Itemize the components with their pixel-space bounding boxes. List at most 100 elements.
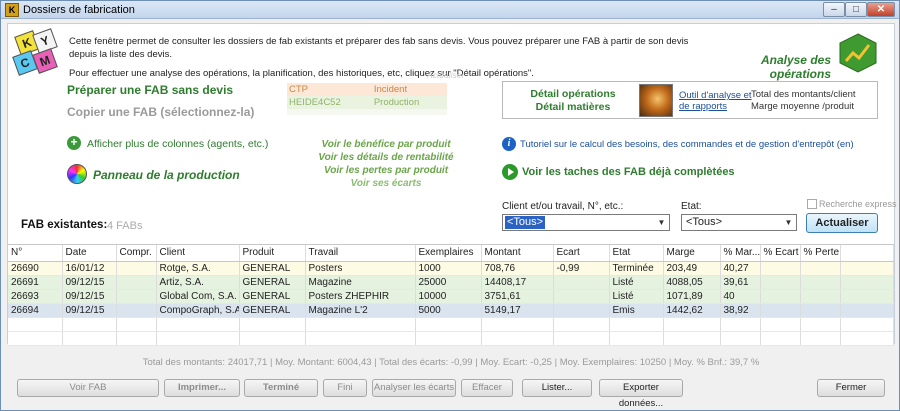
client-filter-label: Client et/ou travail, N°, etc.: — [502, 201, 624, 212]
analysis-chart-icon[interactable] — [839, 33, 877, 73]
table-cell: 26694 — [8, 303, 63, 318]
export-data-button[interactable]: Exporter données... — [599, 379, 683, 409]
table-cell: GENERAL — [239, 275, 306, 290]
benefits-links: Voir le bénéfice par produit Voir les dé… — [291, 138, 481, 190]
view-fab-button[interactable]: Voir FAB — [17, 379, 159, 397]
table-cell: 3751,61 — [481, 289, 554, 304]
actualiser-button[interactable]: Actualiser — [806, 213, 878, 233]
minimize-icon[interactable]: – — [823, 2, 845, 17]
intro-text: Cette fenêtre permet de consulter les do… — [69, 35, 689, 86]
column-header[interactable]: % Mar... — [720, 245, 761, 262]
benefit-by-product-link[interactable]: Voir le bénéfice par produit — [291, 138, 481, 151]
table-cell — [800, 275, 841, 290]
detail-ops-block[interactable]: Détail opérations Détail matières — [513, 88, 633, 114]
table-cell — [553, 303, 610, 318]
completed-tasks-link[interactable]: Voir les taches des FAB déjà complètées — [522, 166, 735, 178]
fab-table[interactable]: N° Date Compr. Client Produit Travail Exemplai… — [8, 244, 894, 346]
close-icon[interactable]: ✕ — [867, 2, 895, 17]
analyse-variances-button[interactable]: Analyser les écarts — [372, 379, 456, 397]
table-cell — [116, 303, 157, 318]
table-cell — [800, 289, 841, 304]
list-button[interactable]: Lister... — [522, 379, 592, 397]
table-cell: 26693 — [8, 289, 63, 304]
table-cell: Magazine — [305, 275, 416, 290]
tutorial-link[interactable]: Tutoriel sur le calcul des besoins, des … — [520, 139, 854, 150]
column-header[interactable]: % Ecart — [760, 245, 801, 262]
close-button[interactable]: Fermer — [817, 379, 885, 397]
production-panel-icon[interactable] — [67, 164, 87, 184]
column-header[interactable]: Etat — [609, 245, 664, 262]
column-header[interactable]: Date — [62, 245, 117, 262]
detail-operations-link[interactable]: Détail opérations — [513, 88, 633, 101]
table-cell — [116, 275, 157, 290]
tools-thumbnail-icon[interactable] — [639, 84, 673, 117]
info-icon[interactable]: i — [502, 137, 516, 151]
table-cell — [800, 261, 841, 276]
chevron-down-icon[interactable]: ▼ — [655, 216, 668, 229]
bottom-panel — [7, 343, 895, 409]
express-search-checkbox[interactable]: Recherche express — [807, 199, 897, 209]
table-row[interactable]: 26691 09/12/15 Artiz, S.A. GENERAL Magazine 2… — [8, 275, 894, 290]
table-cell: GENERAL — [239, 261, 306, 276]
table-cell: 5149,17 — [481, 303, 554, 318]
table-row: CTP Incident — [287, 83, 447, 96]
table-cell: -0,99 — [553, 261, 610, 276]
table-cell: 5000 — [415, 303, 482, 318]
column-header[interactable]: Produit — [239, 245, 306, 262]
column-header[interactable]: Ecart — [553, 245, 610, 262]
analysis-tools-link[interactable]: Outil d'analyse et de rapports — [679, 90, 752, 112]
column-header[interactable]: Marge — [663, 245, 721, 262]
finished-button[interactable]: Fini — [323, 379, 367, 397]
plus-icon[interactable]: + — [67, 136, 81, 150]
chevron-down-icon[interactable]: ▼ — [782, 216, 795, 229]
column-header[interactable]: Exemplaires — [415, 245, 482, 262]
client-combo-value: <Tous> — [505, 216, 546, 229]
table-row[interactable]: 26693 09/12/15 Global Com, S.A. GENERAL Post… — [8, 289, 894, 304]
intro-line-1: Cette fenêtre permet de consulter les do… — [69, 36, 689, 60]
checkbox-icon[interactable] — [807, 199, 817, 209]
production-panel-link[interactable]: Panneau de la production — [93, 168, 240, 182]
variances-link[interactable]: Voir ses écarts — [291, 177, 481, 190]
detail-materials-link[interactable]: Détail matières — [513, 101, 633, 114]
kycm-logo-icon: K Y C M — [12, 28, 59, 77]
etat-combo[interactable]: <Tous> ▼ — [681, 214, 797, 231]
table-cell: Rotge, S.A. — [156, 261, 240, 276]
table-row[interactable]: 26690 16/01/12 Rotge, S.A. GENERAL Posters 10… — [8, 261, 894, 276]
table-cell: 25000 — [415, 275, 482, 290]
print-button[interactable]: Imprimer... — [164, 379, 240, 397]
table-body: 26690 16/01/12 Rotge, S.A. GENERAL Posters 10… — [8, 261, 894, 346]
table-cell: 1000 — [415, 261, 482, 276]
column-header[interactable]: N° — [8, 245, 63, 262]
column-header[interactable]: Montant — [481, 245, 554, 262]
maximize-icon[interactable]: □ — [845, 2, 867, 17]
app-icon: K — [5, 3, 19, 17]
completed-button[interactable]: Terminé — [244, 379, 318, 397]
column-header[interactable]: Compr. — [116, 245, 157, 262]
client-combo[interactable]: <Tous> ▼ — [502, 214, 670, 231]
analyse-title[interactable]: Analyse des opérations — [701, 53, 831, 81]
table-cell: Magazine L'2 — [305, 303, 416, 318]
column-header[interactable]: Travail — [305, 245, 416, 262]
table-cell: 09/12/15 — [62, 275, 117, 290]
column-header[interactable]: Client — [156, 245, 240, 262]
profitability-details-link[interactable]: Voir les détails de rentabilité — [291, 151, 481, 164]
table-cell — [800, 303, 841, 318]
status-preview-table: CTP Incident HEIDE4C52 Production — [287, 83, 447, 115]
play-icon[interactable] — [502, 164, 518, 180]
table-cell: 40 — [720, 289, 761, 304]
more-columns-link[interactable]: Afficher plus de colonnes (agents, etc.) — [87, 138, 268, 150]
losses-by-product-link[interactable]: Voir les pertes par produit — [291, 164, 481, 177]
column-header[interactable]: % Perte — [800, 245, 841, 262]
copy-fab-link[interactable]: Copier une FAB (sélectionnez-la) — [67, 105, 254, 119]
detail-summary-links[interactable]: Total des montants/client Marge moyenne … — [751, 89, 856, 113]
table-row: HEIDE4C52 Production — [287, 96, 447, 109]
window-title: Dossiers de fabrication — [23, 4, 135, 16]
table-cell — [116, 261, 157, 276]
table-cell: Emis — [609, 303, 664, 318]
title-bar[interactable]: K Dossiers de fabrication – □ ✕ — [1, 1, 899, 19]
prepare-fab-link[interactable]: Préparer une FAB sans devis — [67, 83, 233, 97]
table-row[interactable]: 26694 09/12/15 CompoGraph, S.A. GENERAL Maga… — [8, 303, 894, 318]
table-cell — [760, 289, 801, 304]
table-cell: Artiz, S.A. — [156, 275, 240, 290]
clear-button[interactable]: Effacer — [461, 379, 513, 397]
